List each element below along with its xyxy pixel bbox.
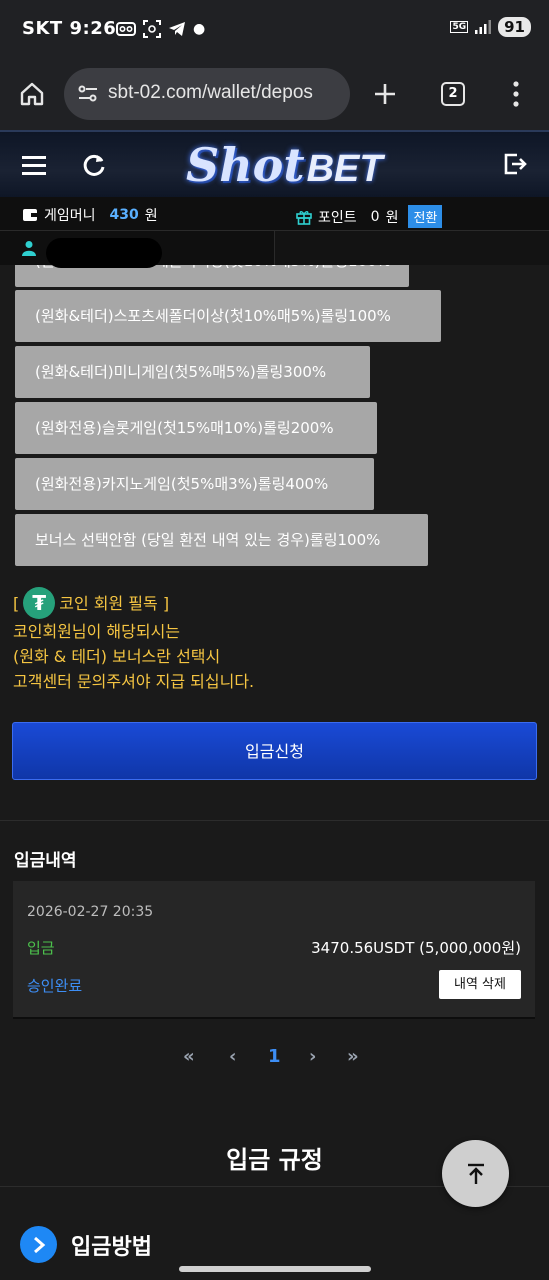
redacted-username [46, 238, 162, 268]
browser-toolbar: sbt-02.com/wallet/depos 2 [0, 62, 549, 130]
history-type: 입금 [27, 939, 55, 957]
first-page-button[interactable]: « [183, 1046, 195, 1067]
status-right: 5G 91 [450, 17, 531, 37]
more-menu-icon[interactable] [512, 81, 520, 107]
history-amount: 3470.56USDT (5,000,000원) [311, 939, 521, 957]
notice-line: 코인회원님이 해당되시는 [13, 622, 181, 641]
bonus-option-5[interactable]: (원화전용)카지노게임(첫5%매3%)롤링400% [15, 458, 374, 510]
gesture-nav-bar[interactable] [179, 1266, 371, 1272]
game-money-unit: 원 [144, 208, 158, 224]
notice-line: 고객센터 문의주셔야 지급 되십니다. [13, 672, 255, 691]
bonus-option-4[interactable]: (원화전용)슬롯게임(첫15%매10%)롤링200% [15, 402, 377, 454]
divider [0, 820, 549, 821]
tether-icon: ₮ [23, 587, 56, 619]
point-balance: 포인트 0 원 전환 [296, 205, 443, 228]
scan-icon [143, 20, 161, 38]
network-label: 5G [450, 21, 469, 33]
user-icon [22, 241, 36, 256]
dot-icon: ● [193, 21, 206, 37]
notice-line: (원화 & 테더) 보너스란 선택시 [13, 647, 221, 666]
game-money: 게임머니 430 원 [22, 205, 158, 225]
wallet-summary-bar: 게임머니 430 원 포인트 0 원 전환 [0, 197, 549, 231]
history-item: 2026-02-27 20:35 입금 3470.56USDT (5,000,0… [13, 881, 535, 1019]
wallet-icon [23, 209, 37, 221]
last-page-button[interactable]: » [347, 1046, 359, 1067]
notice-title: 코인 회원 필독 ] [59, 593, 170, 613]
history-date: 2026-02-27 20:35 [27, 904, 154, 920]
bonus-option-1[interactable]: (원화&테더)스포츠세폴더이상(첫10%매5%)롤링100% [15, 265, 409, 287]
next-page-button[interactable]: › [309, 1046, 316, 1067]
status-carrier-time: SKT 9:26 [22, 18, 117, 39]
status-bar: SKT 9:26 ● 5G 91 [0, 0, 549, 62]
delete-history-button[interactable]: 내역 삭제 [439, 970, 521, 999]
tab-switcher-button[interactable]: 2 [441, 82, 465, 106]
arrow-up-icon [467, 1163, 484, 1184]
deposit-history-title: 입금내역 [14, 851, 77, 871]
url-text: sbt-02.com/wallet/depos [108, 82, 313, 103]
page-1-button[interactable]: 1 [268, 1046, 281, 1067]
scroll-to-top-button[interactable] [442, 1140, 509, 1207]
gift-icon [296, 210, 312, 225]
game-money-value: 430 [109, 207, 139, 223]
deposit-method-label: 입금방법 [71, 1234, 152, 1260]
home-icon[interactable] [19, 81, 45, 107]
signal-icon [475, 20, 492, 34]
site-header: Shot BET [0, 130, 549, 197]
game-money-label: 게임머니 [44, 208, 96, 224]
bonus-option-none[interactable]: 보너스 선택안함 (당일 환전 내역 있는 경우)롤링100% [15, 514, 428, 566]
point-label: 포인트 [318, 209, 357, 226]
bonus-option-2[interactable]: (원화&테더)스포츠세폴더이상(첫10%매5%)롤링100% [15, 290, 441, 342]
voicemail-icon [116, 22, 136, 36]
telegram-icon [169, 22, 185, 36]
notification-icons: ● [116, 20, 205, 38]
shotbet-logo[interactable]: Shot BET [186, 138, 383, 194]
deposit-method-section: 입금방법 [20, 1226, 152, 1263]
coin-member-notice: [ ₮ 코인 회원 필독 ] 코인회원님이 해당되시는 (원화 & 테더) 보너… [13, 587, 254, 694]
new-tab-icon[interactable] [373, 82, 397, 106]
point-unit: 원 [385, 209, 399, 226]
bonus-option-3[interactable]: (원화&테더)미니게임(첫5%매5%)롤링300% [15, 346, 370, 398]
refresh-icon[interactable] [81, 152, 107, 178]
address-bar[interactable]: sbt-02.com/wallet/depos [64, 68, 350, 120]
user-info-bar-right [274, 231, 549, 265]
logout-icon[interactable] [503, 152, 527, 176]
site-settings-icon[interactable] [78, 85, 98, 103]
convert-point-button[interactable]: 전환 [408, 205, 443, 228]
history-status: 승인완료 [27, 977, 83, 995]
battery-indicator: 91 [498, 17, 531, 37]
chevron-right-icon [20, 1226, 57, 1263]
point-value: 0 [370, 208, 380, 225]
hamburger-menu-icon[interactable] [22, 155, 46, 175]
prev-page-button[interactable]: ‹ [229, 1046, 236, 1067]
deposit-request-button[interactable]: 입금신청 [12, 722, 537, 780]
